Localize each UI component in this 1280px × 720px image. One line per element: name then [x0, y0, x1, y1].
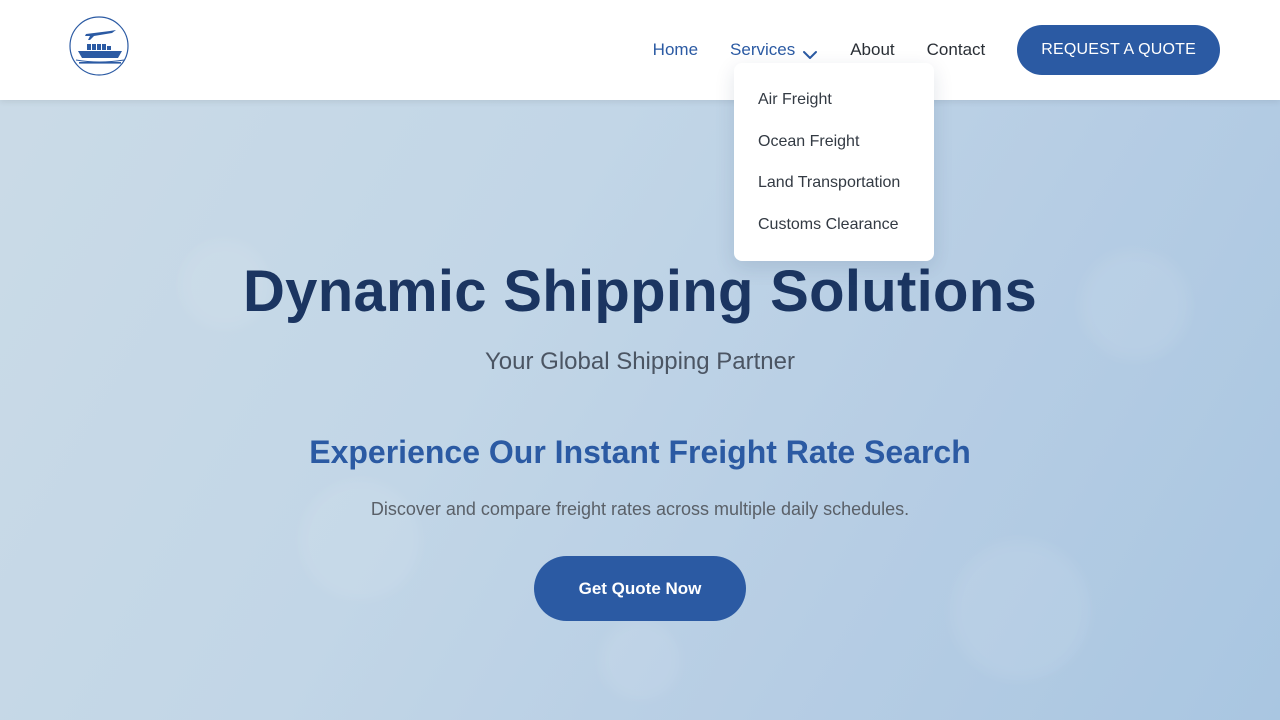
- nav-services-link[interactable]: Services: [730, 40, 818, 60]
- dropdown-item-air-freight[interactable]: Air Freight: [734, 79, 934, 121]
- request-quote-button[interactable]: REQUEST A QUOTE: [1017, 25, 1220, 75]
- dropdown-item-customs-clearance[interactable]: Customs Clearance: [734, 204, 934, 246]
- freight-search-description: Discover and compare freight rates acros…: [370, 499, 910, 519]
- hero-subtitle: Your Global Shipping Partner: [485, 348, 795, 375]
- hero-title: Dynamic Shipping Solutions: [242, 259, 1038, 324]
- nav-about-link[interactable]: About: [850, 40, 894, 60]
- nav-contact-link[interactable]: Contact: [927, 40, 986, 60]
- nav-home-link[interactable]: Home: [653, 40, 698, 60]
- chevron-down-icon: [802, 45, 818, 59]
- hero-section: Dynamic Shipping Solutions Your Global S…: [0, 100, 1280, 720]
- get-quote-button[interactable]: Get Quote Now: [534, 556, 746, 621]
- services-dropdown-menu: Air Freight Ocean Freight Land Transport…: [734, 63, 934, 261]
- site-header: Home Services About Contact REQUEST A QU…: [0, 0, 1280, 100]
- nav-services-label: Services: [730, 40, 796, 59]
- shipping-logo-icon[interactable]: [64, 14, 134, 78]
- dropdown-item-ocean-freight[interactable]: Ocean Freight: [734, 121, 934, 163]
- freight-search-heading: Experience Our Instant Freight Rate Sear…: [309, 434, 971, 470]
- dropdown-item-land-transportation[interactable]: Land Transportation: [734, 162, 934, 204]
